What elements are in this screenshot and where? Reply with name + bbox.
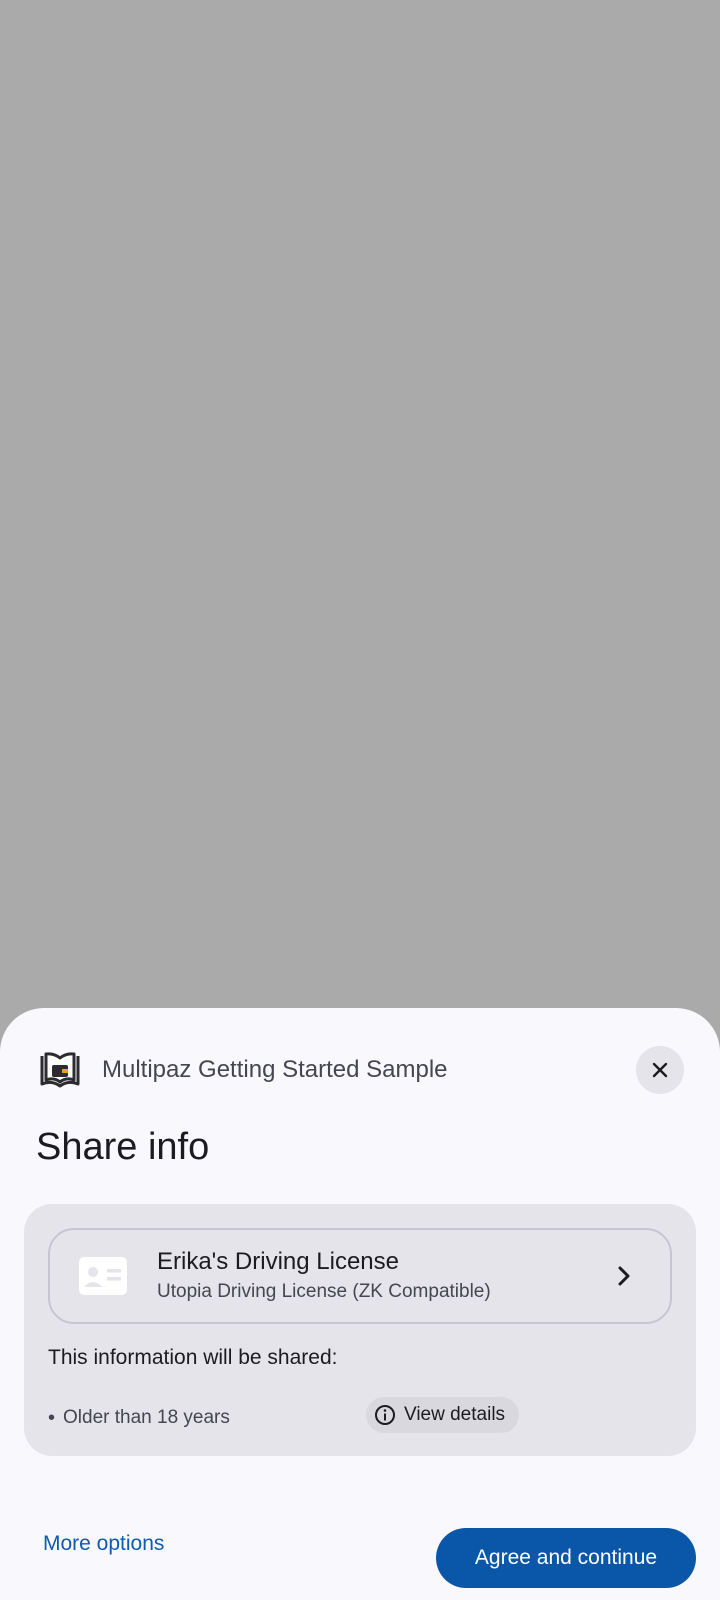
wallet-book-icon bbox=[36, 1046, 84, 1094]
document-title: Erika's Driving License bbox=[157, 1248, 400, 1275]
document-selector[interactable]: Erika's Driving License Utopia Driving L… bbox=[48, 1228, 672, 1324]
app-name: Multipaz Getting Started Sample bbox=[102, 1056, 448, 1083]
share-bottom-sheet: Multipaz Getting Started Sample Share in… bbox=[0, 1008, 720, 1600]
claim-item: • Older than 18 years bbox=[48, 1400, 230, 1436]
share-card: Erika's Driving License Utopia Driving L… bbox=[24, 1204, 696, 1456]
sheet-title: Share info bbox=[36, 1126, 210, 1168]
shared-info-heading: This information will be shared: bbox=[48, 1346, 338, 1369]
agree-and-continue-button[interactable]: Agree and continue bbox=[436, 1528, 696, 1588]
document-subtitle: Utopia Driving License (ZK Compatible) bbox=[157, 1281, 491, 1302]
close-button[interactable] bbox=[636, 1046, 684, 1094]
view-details-label: View details bbox=[404, 1404, 506, 1425]
id-card-icon bbox=[77, 1255, 129, 1297]
view-details-button[interactable]: View details bbox=[366, 1397, 520, 1433]
more-options-button[interactable]: More options bbox=[43, 1532, 164, 1556]
info-icon bbox=[374, 1404, 396, 1426]
app-header: Multipaz Getting Started Sample bbox=[36, 1046, 684, 1094]
close-icon bbox=[651, 1061, 669, 1079]
chevron-right-icon bbox=[612, 1264, 636, 1288]
claim-label: Older than 18 years bbox=[63, 1407, 230, 1428]
bullet: • bbox=[48, 1406, 56, 1429]
document-text: Erika's Driving License Utopia Driving L… bbox=[157, 1247, 612, 1305]
